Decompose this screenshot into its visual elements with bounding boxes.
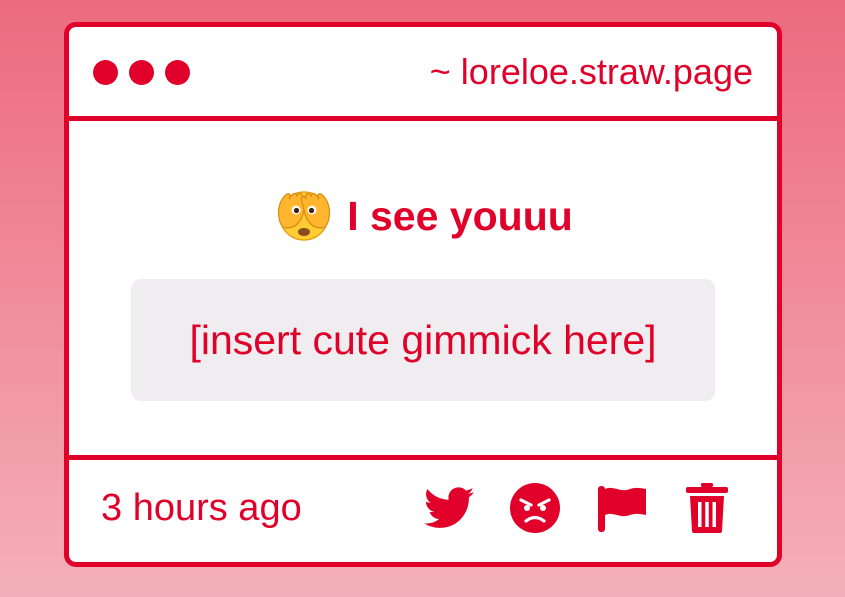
twitter-share-button[interactable] bbox=[424, 483, 474, 533]
angry-reaction-button[interactable] bbox=[510, 483, 560, 533]
window-controls bbox=[93, 60, 190, 85]
window-dot-maximize[interactable] bbox=[165, 60, 190, 85]
post-heading: I see youuu bbox=[69, 189, 777, 246]
window-dot-close[interactable] bbox=[93, 60, 118, 85]
post-actions bbox=[424, 483, 732, 533]
post-footer: 3 hours ago bbox=[69, 455, 777, 562]
delete-button[interactable] bbox=[682, 483, 732, 533]
post-content: I see youuu [insert cute gimmick here] bbox=[69, 121, 777, 462]
gimmick-box: [insert cute gimmick here] bbox=[131, 279, 715, 401]
twitter-icon bbox=[424, 487, 474, 528]
report-flag-button[interactable] bbox=[596, 483, 646, 533]
post-heading-text: I see youuu bbox=[347, 193, 573, 239]
angry-face-icon bbox=[510, 483, 560, 533]
flag-icon bbox=[598, 486, 646, 532]
trash-icon bbox=[686, 483, 728, 533]
face-with-peeking-eye-emoji bbox=[273, 188, 335, 242]
post-timestamp: 3 hours ago bbox=[101, 487, 302, 529]
window-titlebar: ~ loreloe.straw.page bbox=[69, 27, 777, 121]
browser-window: ~ loreloe.straw.page I see youuu [insert… bbox=[64, 22, 782, 567]
url-address[interactable]: ~ loreloe.straw.page bbox=[430, 47, 753, 97]
window-dot-minimize[interactable] bbox=[129, 60, 154, 85]
